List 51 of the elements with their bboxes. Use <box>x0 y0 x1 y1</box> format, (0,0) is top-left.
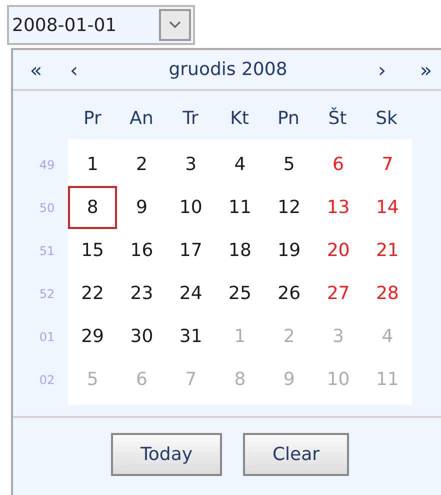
week-number: 01 <box>39 328 55 346</box>
weekday-label: Pr <box>82 106 102 130</box>
day-cell[interactable]: 20 <box>314 229 363 272</box>
day-cell[interactable]: 8 <box>68 186 118 229</box>
day-cell[interactable]: 2 <box>117 143 166 186</box>
day-cell[interactable]: 29 <box>68 315 118 358</box>
week-number: 49 <box>39 156 55 174</box>
previous-year-button[interactable]: « <box>23 54 49 84</box>
weekday-label: Sk <box>374 106 398 130</box>
previous-month-button[interactable]: ‹ <box>63 54 85 84</box>
clear-button[interactable]: Clear <box>243 433 349 476</box>
weekday-label: Št <box>327 106 348 130</box>
day-cell[interactable]: 25 <box>215 272 265 315</box>
day-cell[interactable]: 22 <box>68 272 118 315</box>
day-cell[interactable]: 5 <box>264 143 314 186</box>
day-cell[interactable]: 14 <box>362 186 412 229</box>
day-cell[interactable]: 15 <box>68 229 118 272</box>
day-cell[interactable]: 11 <box>215 186 265 229</box>
day-cell[interactable]: 18 <box>215 229 265 272</box>
day-cell[interactable]: 4 <box>215 143 265 186</box>
day-cell[interactable]: 26 <box>264 272 314 315</box>
weekday-label: An <box>128 106 154 130</box>
day-cell[interactable]: 30 <box>117 315 166 358</box>
day-cell[interactable]: 13 <box>314 186 363 229</box>
week-number: 50 <box>39 200 55 216</box>
month-title: gruodis 2008 <box>168 58 288 82</box>
next-month-button[interactable]: › <box>371 54 393 84</box>
day-cell[interactable]: 17 <box>166 229 216 272</box>
day-cell[interactable]: 24 <box>166 272 216 315</box>
weekday-label: Pn <box>276 106 300 130</box>
day-cell[interactable]: 16 <box>117 229 166 272</box>
day-cell[interactable]: 31 <box>166 315 216 358</box>
week-number: 02 <box>39 372 55 388</box>
today-button[interactable]: Today <box>111 433 222 476</box>
week-number: 52 <box>39 286 55 302</box>
weekday-label: Kt <box>229 106 250 130</box>
day-cell[interactable]: 10 <box>166 186 216 229</box>
day-cell[interactable]: 19 <box>264 229 314 272</box>
day-cell[interactable]: 23 <box>117 272 166 315</box>
day-cell[interactable]: 6 <box>314 143 363 186</box>
day-cell[interactable]: 7 <box>362 143 412 186</box>
weekday-label: Tr <box>182 106 200 130</box>
day-cell[interactable]: 12 <box>264 186 314 229</box>
day-cell[interactable]: 3 <box>166 143 216 186</box>
day-cell[interactable]: 1 <box>68 143 118 186</box>
next-year-button[interactable]: » <box>413 54 439 84</box>
day-cell[interactable]: 21 <box>362 229 412 272</box>
day-cell[interactable]: 9 <box>117 186 166 229</box>
week-number: 51 <box>39 242 55 260</box>
day-cell[interactable]: 28 <box>362 272 412 315</box>
day-cell[interactable]: 27 <box>314 272 363 315</box>
